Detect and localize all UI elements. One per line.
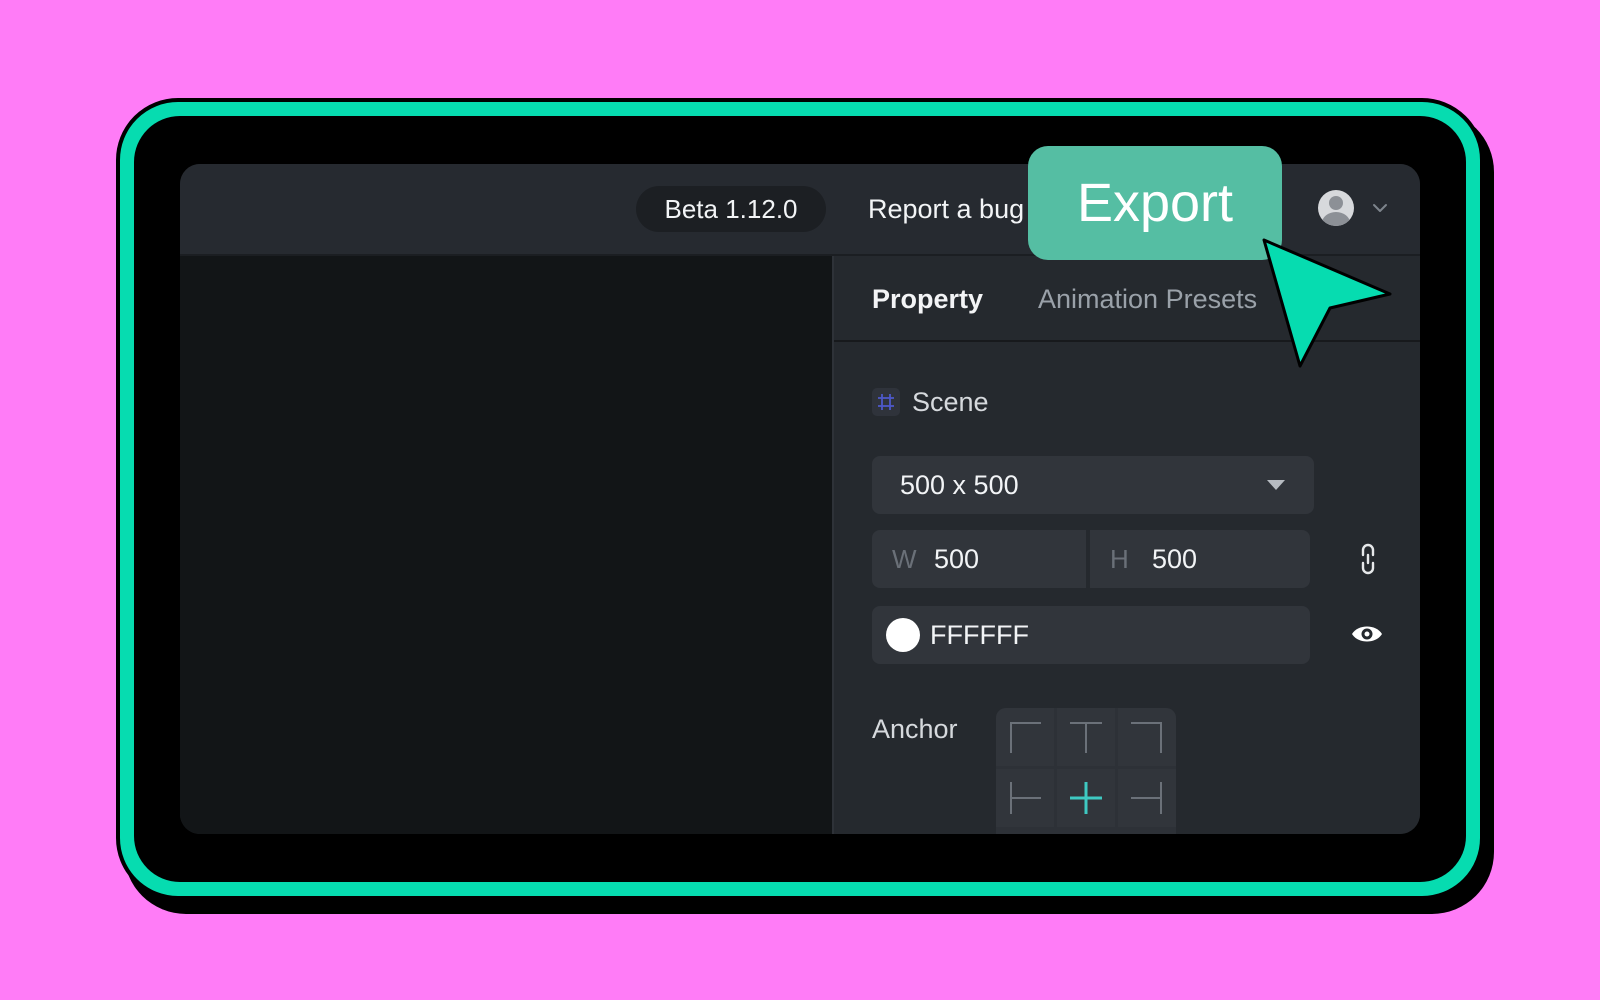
export-button[interactable]: Export xyxy=(1028,146,1282,260)
height-value: 500 xyxy=(1152,544,1198,574)
app-window: Beta 1.12.0 Report a bug Property Animat… xyxy=(180,164,1420,834)
anchor-middle-right[interactable] xyxy=(1118,769,1176,827)
anchor-grid xyxy=(996,708,1176,834)
size-preset-select[interactable]: 500 x 500 xyxy=(872,456,1314,514)
report-bug-link[interactable]: Report a bug xyxy=(868,186,1024,232)
canvas-area[interactable] xyxy=(180,256,832,834)
height-letter: H xyxy=(1110,544,1129,574)
avatar-head xyxy=(1329,196,1343,210)
avatar-icon[interactable] xyxy=(1318,190,1354,226)
anchor-top-center-icon xyxy=(1070,722,1102,753)
anchor-middle-left[interactable] xyxy=(996,769,1054,827)
tab-animation-presets[interactable]: Animation Presets xyxy=(1038,282,1257,316)
background-color-field[interactable]: FFFFFF xyxy=(872,606,1310,664)
anchor-label: Anchor xyxy=(872,714,958,744)
cursor-icon xyxy=(1262,238,1392,368)
color-hex-value: FFFFFF xyxy=(930,620,1029,650)
color-swatch[interactable] xyxy=(886,618,920,652)
width-field[interactable]: W 500 xyxy=(872,530,1086,588)
anchor-top-left[interactable] xyxy=(996,708,1054,766)
width-value: 500 xyxy=(934,544,980,574)
chevron-down-icon[interactable] xyxy=(1370,198,1390,218)
tab-property[interactable]: Property xyxy=(872,282,983,316)
eye-icon[interactable] xyxy=(1350,622,1384,646)
anchor-top-right[interactable] xyxy=(1118,708,1176,766)
anchor-center-icon xyxy=(1070,782,1102,814)
version-badge: Beta 1.12.0 xyxy=(636,186,826,232)
scene-label: Scene xyxy=(912,387,989,417)
height-field[interactable]: H 500 xyxy=(1090,530,1310,588)
size-preset-value: 500 x 500 xyxy=(900,470,1019,500)
anchor-top-right-icon xyxy=(1131,722,1162,753)
scene-frame-icon xyxy=(872,388,900,416)
anchor-middle-left-icon xyxy=(1010,782,1041,814)
avatar-body xyxy=(1322,212,1350,226)
anchor-middle-right-icon xyxy=(1131,782,1162,814)
anchor-top-left-icon xyxy=(1010,722,1041,753)
link-icon[interactable] xyxy=(1358,542,1378,576)
anchor-center[interactable] xyxy=(1057,769,1115,827)
width-letter: W xyxy=(892,544,917,574)
caret-down-icon xyxy=(1267,480,1285,490)
anchor-top-center[interactable] xyxy=(1057,708,1115,766)
